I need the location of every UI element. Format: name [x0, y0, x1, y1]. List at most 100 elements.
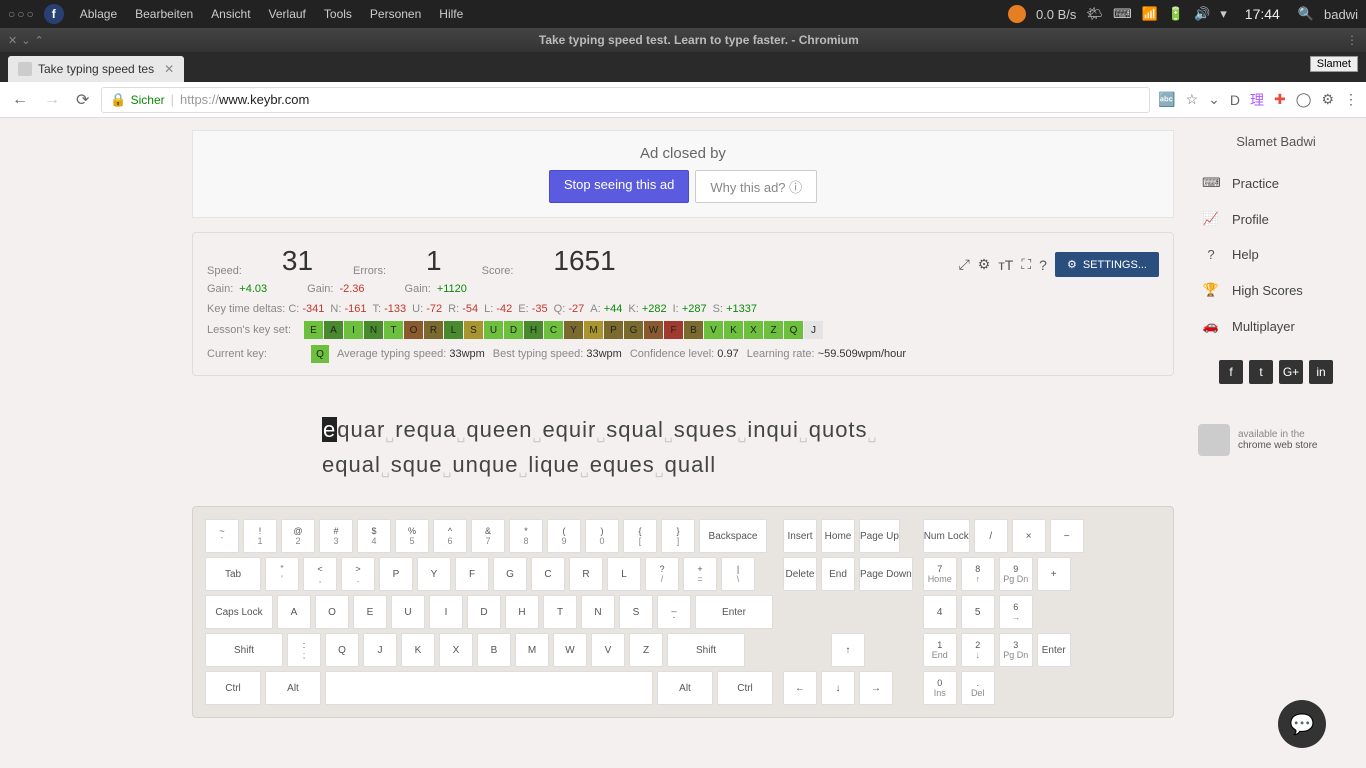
key[interactable]: H: [505, 595, 539, 629]
pocket-icon[interactable]: ⌄: [1208, 91, 1220, 108]
key[interactable]: Ctrl: [205, 671, 261, 705]
key[interactable]: F: [455, 557, 489, 591]
close-icon[interactable]: ✕: [8, 34, 17, 47]
key[interactable]: 9Pg Dn: [999, 557, 1033, 591]
key[interactable]: Enter: [1037, 633, 1071, 667]
key[interactable]: 3Pg Dn: [999, 633, 1033, 667]
reload-button[interactable]: ⟳: [72, 86, 93, 114]
settings-button[interactable]: ⚙ SETTINGS...: [1055, 252, 1159, 277]
key[interactable]: >.: [341, 557, 375, 591]
key[interactable]: Shift: [205, 633, 283, 667]
maximize-icon[interactable]: ⌃: [34, 34, 43, 47]
key[interactable]: Y: [417, 557, 451, 591]
menu-tools[interactable]: Tools: [324, 7, 352, 21]
weather-icon[interactable]: 🌤: [1086, 6, 1103, 22]
key[interactable]: |\: [721, 557, 755, 591]
battery-icon[interactable]: 🔋: [1168, 6, 1184, 22]
back-button[interactable]: ←: [8, 87, 32, 113]
key[interactable]: B: [477, 633, 511, 667]
key[interactable]: M: [515, 633, 549, 667]
key[interactable]: 2↓: [961, 633, 995, 667]
key[interactable]: ←: [783, 671, 817, 705]
key[interactable]: 8↑: [961, 557, 995, 591]
key[interactable]: )0: [585, 519, 619, 553]
tab-close-icon[interactable]: ✕: [164, 62, 174, 76]
key[interactable]: 4: [923, 595, 957, 629]
ext-gear-icon[interactable]: ⚙: [1321, 91, 1334, 108]
menu-ansicht[interactable]: Ansicht: [211, 7, 250, 21]
key[interactable]: Caps Lock: [205, 595, 273, 629]
key[interactable]: U: [391, 595, 425, 629]
tray-keyboard-icon[interactable]: ⌨: [1113, 6, 1132, 22]
minimize-icon[interactable]: ⌄: [21, 34, 30, 47]
key[interactable]: →: [859, 671, 893, 705]
key[interactable]: X: [439, 633, 473, 667]
key[interactable]: Delete: [783, 557, 817, 591]
key[interactable]: Home: [821, 519, 855, 553]
sidebar-item-multiplayer[interactable]: 🚗Multiplayer: [1198, 308, 1354, 344]
why-this-ad-button[interactable]: Why this ad? ⓘ: [695, 170, 817, 203]
key[interactable]: J: [363, 633, 397, 667]
key[interactable]: +: [1037, 557, 1071, 591]
key[interactable]: }]: [661, 519, 695, 553]
key[interactable]: (9: [547, 519, 581, 553]
key[interactable]: ↓: [821, 671, 855, 705]
gear-icon[interactable]: ⚙: [978, 256, 991, 273]
translate-icon[interactable]: 🔤: [1158, 91, 1175, 108]
key[interactable]: .Del: [961, 671, 995, 705]
stop-seeing-ad-button[interactable]: Stop seeing this ad: [549, 170, 690, 203]
key[interactable]: A: [277, 595, 311, 629]
star-icon[interactable]: ☆: [1186, 91, 1199, 108]
key[interactable]: "': [265, 557, 299, 591]
key[interactable]: 5: [961, 595, 995, 629]
key[interactable]: *8: [509, 519, 543, 553]
wifi-icon[interactable]: 📶: [1142, 6, 1158, 22]
key[interactable]: <,: [303, 557, 337, 591]
key[interactable]: ?/: [645, 557, 679, 591]
key[interactable]: 1End: [923, 633, 957, 667]
key[interactable]: I: [429, 595, 463, 629]
key[interactable]: L: [607, 557, 641, 591]
address-bar[interactable]: 🔒 Sicher | https://www.keybr.com: [101, 87, 1150, 113]
key[interactable]: [325, 671, 653, 705]
dropdown-icon[interactable]: ▾: [1220, 6, 1227, 22]
sidebar-item-high-scores[interactable]: 🏆High Scores: [1198, 272, 1354, 308]
key[interactable]: E: [353, 595, 387, 629]
facebook-icon[interactable]: f: [1219, 360, 1243, 384]
key[interactable]: /: [974, 519, 1008, 553]
user-name[interactable]: Slamet Badwi: [1198, 134, 1354, 149]
sidebar-item-practice[interactable]: ⌨Practice: [1198, 165, 1354, 201]
fedora-icon[interactable]: f: [44, 4, 64, 24]
key[interactable]: :;: [287, 633, 321, 667]
window-menu-icon[interactable]: ⋮: [1346, 33, 1358, 47]
ext-kanji-icon[interactable]: 理: [1250, 90, 1264, 110]
menu-hilfe[interactable]: Hilfe: [439, 7, 463, 21]
typing-text[interactable]: equar␣requa␣queen␣equir␣squal␣sques␣inqu…: [192, 392, 1174, 506]
menu-personen[interactable]: Personen: [370, 7, 421, 21]
key[interactable]: ↑: [831, 633, 865, 667]
chat-button[interactable]: 💬: [1278, 700, 1326, 748]
key[interactable]: Alt: [657, 671, 713, 705]
key[interactable]: 7Home: [923, 557, 957, 591]
key[interactable]: K: [401, 633, 435, 667]
browser-menu-icon[interactable]: ⋮: [1344, 91, 1358, 108]
key[interactable]: O: [315, 595, 349, 629]
forward-button[interactable]: →: [40, 87, 64, 113]
key[interactable]: 6→: [999, 595, 1033, 629]
ext-circle-icon[interactable]: ◯: [1296, 91, 1312, 108]
key[interactable]: W: [553, 633, 587, 667]
ext-d-icon[interactable]: D: [1230, 92, 1240, 108]
key[interactable]: Page Down: [859, 557, 913, 591]
key[interactable]: D: [467, 595, 501, 629]
key[interactable]: ^6: [433, 519, 467, 553]
gplus-icon[interactable]: G+: [1279, 360, 1303, 384]
key[interactable]: {[: [623, 519, 657, 553]
twitter-icon[interactable]: t: [1249, 360, 1273, 384]
key[interactable]: Shift: [667, 633, 745, 667]
notification-icon[interactable]: [1008, 5, 1026, 23]
sidebar-item-help[interactable]: ?Help: [1198, 237, 1354, 272]
key[interactable]: Ctrl: [717, 671, 773, 705]
volume-icon[interactable]: 🔊: [1194, 6, 1210, 22]
key[interactable]: T: [543, 595, 577, 629]
key[interactable]: Page Up: [859, 519, 900, 553]
